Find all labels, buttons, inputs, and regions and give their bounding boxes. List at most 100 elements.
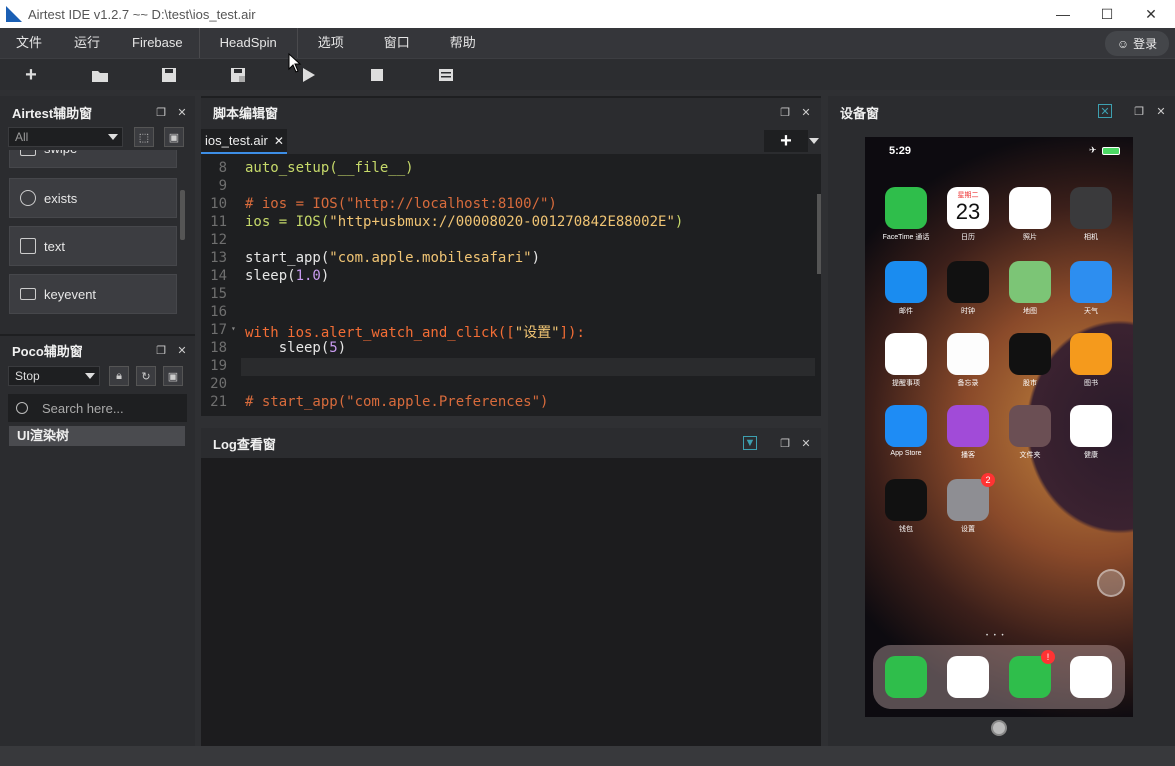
menu-bar: 文件 运行 Firebase HeadSpin 选项 窗口 帮助 (0, 28, 1175, 58)
dock-app-icon[interactable] (947, 656, 989, 698)
log-view-icon[interactable] (436, 65, 456, 85)
save-as-icon[interactable] (228, 65, 248, 85)
close-panel-icon[interactable]: ✕ (799, 105, 813, 119)
text-icon (20, 238, 36, 254)
airtest-filter-select[interactable]: All (8, 127, 123, 147)
app-label: 日历 (961, 234, 975, 241)
open-folder-icon[interactable] (90, 65, 110, 85)
swipe-button[interactable]: swipe (9, 150, 177, 168)
code-line: sleep(1.0) (245, 268, 330, 284)
app-icon[interactable] (885, 333, 927, 375)
text-button[interactable]: text (9, 226, 177, 266)
login-button[interactable]: ☺ 登录 (1105, 31, 1169, 56)
maximize-button[interactable]: ☐ (1085, 0, 1129, 28)
app-label: FaceTime 通话 (882, 234, 930, 241)
assistive-touch-button[interactable] (1097, 569, 1125, 597)
poco-mode-value: Stop (15, 369, 40, 383)
new-file-icon[interactable]: + (21, 64, 41, 86)
record-icon[interactable]: ▣ (163, 366, 183, 386)
float-panel-icon[interactable]: ❐ (778, 105, 792, 119)
close-panel-icon[interactable]: ✕ (1154, 104, 1168, 118)
search-input[interactable]: Search here... (8, 394, 187, 422)
close-panel-icon[interactable]: ✕ (799, 436, 813, 450)
float-panel-icon[interactable]: ❐ (154, 343, 168, 357)
airplane-icon: ✈ (1089, 145, 1097, 155)
script-editor-panel: 脚本编辑窗 ❐ ✕ ios_test.air ✕ + 8 auto_setup(_… (201, 96, 821, 416)
app-icon[interactable] (947, 261, 989, 303)
login-label: 登录 (1133, 37, 1158, 51)
code-line: with ios.alert_watch_and_click(["设置"]): (245, 325, 585, 341)
poco-panel-title: Poco辅助窗 (12, 343, 83, 359)
scrollbar[interactable] (180, 190, 185, 240)
float-panel-icon[interactable]: ❐ (154, 105, 168, 119)
keyevent-button[interactable]: keyevent (9, 274, 177, 314)
menu-options[interactable]: 选项 (298, 28, 364, 58)
line-number: 15 (210, 286, 227, 302)
save-icon[interactable] (159, 65, 179, 85)
app-icon[interactable] (947, 405, 989, 447)
settings-badge: 2 (981, 473, 995, 487)
line-number: 8 (218, 160, 227, 176)
menu-file[interactable]: 文件 (0, 28, 58, 58)
menu-window[interactable]: 窗口 (364, 28, 430, 58)
home-button[interactable] (991, 720, 1007, 736)
filter-icon[interactable]: ▼ (743, 436, 757, 450)
status-bar (0, 746, 1175, 766)
app-icon[interactable] (947, 333, 989, 375)
menu-help[interactable]: 帮助 (430, 28, 496, 58)
app-icon[interactable] (1009, 261, 1051, 303)
app-icon[interactable] (1070, 405, 1112, 447)
exists-button[interactable]: exists (9, 178, 177, 218)
app-icon[interactable] (885, 187, 927, 229)
app-icon[interactable]: 星期二 23 (947, 187, 989, 229)
line-number: 10 (210, 196, 227, 212)
app-icon[interactable] (1009, 187, 1051, 229)
editor-scrollbar[interactable] (817, 194, 821, 274)
add-tab-icon[interactable]: + (764, 130, 808, 152)
tab-ios-test[interactable]: ios_test.air ✕ (201, 129, 287, 154)
device-screen[interactable]: 5:29 ✈ FaceTime 通话 星期二 23 日历 照片 相机 邮件 时钟 地图 天气 提醒事… (865, 137, 1133, 717)
close-panel-icon[interactable]: ✕ (175, 105, 189, 119)
minimize-button[interactable]: — (1041, 0, 1085, 28)
line-number: 21 (210, 394, 227, 410)
app-icon[interactable] (1070, 261, 1112, 303)
menu-firebase[interactable]: Firebase (116, 28, 200, 58)
record-icon[interactable]: ▣ (164, 127, 184, 147)
screenshot-select-icon[interactable]: ⬚ (134, 127, 154, 147)
refresh-icon[interactable]: ↻ (136, 366, 156, 386)
close-tab-icon[interactable]: ✕ (274, 134, 284, 148)
dock-app-icon[interactable] (885, 656, 927, 698)
current-line-highlight (241, 358, 815, 376)
line-number: 11 (210, 214, 227, 230)
fold-icon[interactable]: ▾ (231, 324, 236, 333)
app-icon[interactable] (1070, 333, 1112, 375)
float-panel-icon[interactable]: ❐ (778, 436, 792, 450)
app-icon[interactable] (885, 479, 927, 521)
app-icon[interactable] (1070, 187, 1112, 229)
app-icon[interactable] (885, 261, 927, 303)
search-placeholder: Search here... (42, 400, 124, 416)
ui-tree-root[interactable]: UI渲染树 (9, 426, 185, 446)
close-panel-icon[interactable]: ✕ (175, 343, 189, 357)
code-area[interactable]: 8 auto_setup(__file__) 9 10 # ios = IOS(… (201, 154, 821, 416)
float-panel-icon[interactable]: ❐ (1132, 104, 1146, 118)
menu-run[interactable]: 运行 (58, 28, 116, 58)
lock-icon[interactable]: 🔒︎ (109, 366, 129, 386)
keyboard-icon (20, 288, 36, 300)
tools-icon[interactable]: ✕ (1098, 104, 1112, 118)
app-label: 图书 (1084, 380, 1098, 387)
line-number: 14 (210, 268, 227, 284)
app-icon[interactable] (1009, 333, 1051, 375)
app-icon[interactable] (1009, 405, 1051, 447)
dock-app-icon[interactable] (1070, 656, 1112, 698)
app-label: 照片 (1023, 234, 1037, 241)
close-window-button[interactable]: ✕ (1129, 0, 1173, 28)
menu-headspin[interactable]: HeadSpin (200, 28, 298, 58)
stop-icon[interactable] (367, 65, 387, 85)
messages-badge: ! (1041, 650, 1055, 664)
app-icon[interactable] (885, 405, 927, 447)
chevron-down-icon[interactable] (809, 138, 819, 144)
phone-time: 5:29 (889, 145, 912, 157)
left-column: Airtest辅助窗 ❐ ✕ All ⬚ ▣ swipe exists text… (0, 96, 195, 746)
poco-mode-select[interactable]: Stop (8, 366, 100, 386)
